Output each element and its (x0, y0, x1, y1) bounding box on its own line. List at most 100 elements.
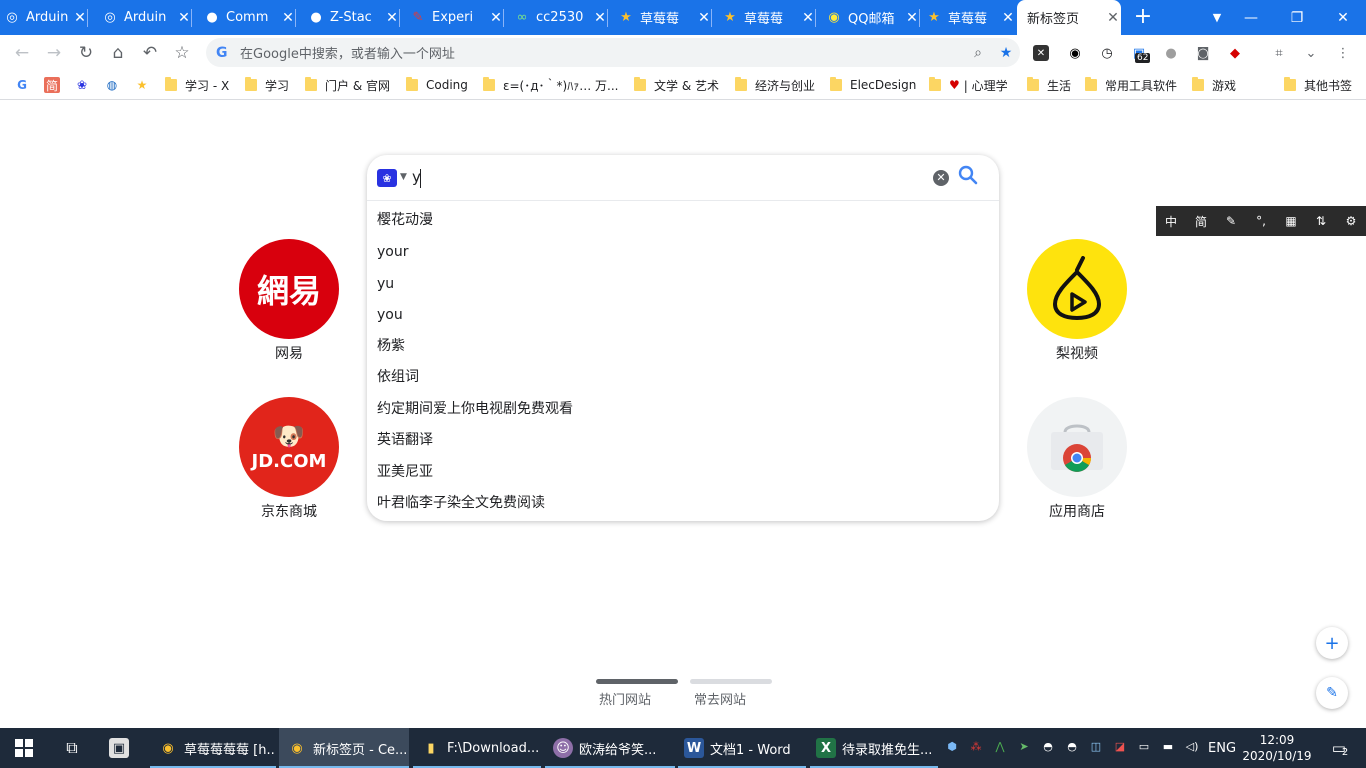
ime-split-icon[interactable]: ⇅ (1306, 214, 1336, 228)
tab-strawberry-3[interactable]: ★ 草莓莓 ✕ (920, 0, 1016, 35)
close-icon[interactable]: ✕ (1000, 10, 1016, 26)
tab-hot-sites[interactable]: 热门网站 (599, 689, 651, 708)
clear-icon[interactable]: ✕ (933, 170, 949, 186)
bookmark-folder[interactable]: 门户 & 官网 (305, 75, 390, 95)
close-icon[interactable]: ✕ (280, 10, 296, 26)
bookmark-folder[interactable]: 学习 (245, 75, 289, 95)
close-icon[interactable]: ✕ (696, 10, 712, 26)
zoom-icon[interactable]: ⌕ (964, 45, 992, 61)
suggestion-item[interactable]: 樱花动漫 (377, 209, 433, 231)
taskbar-item-explorer[interactable]: ▮ F:\Download... (413, 728, 541, 768)
qq-tray-icon-2[interactable]: ◓ (1064, 739, 1080, 755)
engine-dropdown-icon[interactable]: ▼ (400, 172, 407, 182)
ime-settings-icon[interactable]: ⚙ (1336, 214, 1366, 228)
tile-jd[interactable]: 🐶 JD.COM 京东商城 (234, 397, 344, 521)
back-button[interactable]: ← (8, 39, 36, 67)
qq-tray-icon-1[interactable]: ◓ (1040, 739, 1056, 755)
suggestion-item[interactable]: yu (377, 273, 394, 295)
restore-button[interactable]: ❐ (1274, 0, 1320, 35)
store-icon[interactable]: ▣ (100, 728, 144, 768)
close-icon[interactable]: ✕ (800, 10, 816, 26)
taskbar-item-excel[interactable]: X 待录取推免生... (810, 728, 938, 768)
tab-arduino-2[interactable]: ◎ Arduin ✕ (88, 0, 192, 35)
suggestion-item[interactable]: 叶君临李子染全文免费阅读 (377, 492, 545, 514)
baidu-engine-icon[interactable]: ❀ (377, 169, 397, 187)
edit-button[interactable]: ✎ (1316, 677, 1348, 709)
reload-button[interactable]: ↻ (72, 39, 100, 67)
camera-icon[interactable]: ◙ (1193, 43, 1213, 63)
forward-button[interactable]: → (40, 39, 68, 67)
input-language-indicator[interactable]: ENG (1208, 728, 1236, 768)
ime-keyboard-icon[interactable]: ▦ (1276, 214, 1306, 228)
close-window-button[interactable]: ✕ (1320, 0, 1366, 35)
ime-brush-icon[interactable]: ✎ (1216, 214, 1246, 228)
tile-web-store[interactable]: 应用商店 (1022, 397, 1132, 521)
ime-punctuation-icon[interactable]: °, (1246, 214, 1276, 228)
tab-experiment[interactable]: ✎ Experi ✕ (400, 0, 504, 35)
tab-github-commits[interactable]: ● Comm ✕ (192, 0, 296, 35)
omnibox[interactable]: G 在Google中搜索，或者输入一个网址 ⌕ ★ (206, 38, 1020, 67)
suggestion-item[interactable]: 约定期间爱上你电视剧免费观看 (377, 398, 573, 420)
chart-tray-icon[interactable]: ⋀ (992, 739, 1008, 755)
tab-cc2530[interactable]: ∞ cc2530 ✕ (504, 0, 608, 35)
taskbar-item-chrome-1[interactable]: ◉ 草莓莓莓莓 [h... (150, 728, 276, 768)
start-button[interactable] (0, 728, 48, 768)
tab-new-tab[interactable]: 新标签页 ✕ (1017, 0, 1121, 35)
search-icon[interactable] (957, 165, 979, 187)
suggestion-item[interactable]: 亚美尼亚 (377, 461, 433, 483)
tab-github-zstack[interactable]: ● Z-Stac ✕ (296, 0, 400, 35)
tab-strawberry-2[interactable]: ★ 草莓莓 ✕ (712, 0, 816, 35)
network-tray-icon[interactable]: ▭ (1136, 739, 1152, 755)
bookmark-star[interactable]: ★ (134, 75, 158, 95)
ime-simplified-toggle[interactable]: 简 (1186, 213, 1216, 230)
suggestion-item[interactable]: 英语翻译 (377, 429, 433, 451)
tab-arduino-1[interactable]: ◎ Arduin ✕ (0, 0, 88, 35)
bookmark-folder[interactable]: 文学 & 艺术 (634, 75, 719, 95)
bookmark-star-icon[interactable]: ☆ (168, 39, 196, 67)
suggestion-item[interactable]: 依组词 (377, 366, 419, 388)
menu-icon[interactable]: ⋮ (1333, 43, 1353, 63)
task-view-icon[interactable]: ⧉ (52, 728, 92, 768)
suggestion-item[interactable]: your (377, 241, 408, 263)
suggestion-item[interactable]: 杨紫 (377, 335, 405, 357)
tab-indicator-hot[interactable] (596, 679, 678, 684)
close-icon[interactable]: ✕ (1105, 10, 1121, 26)
other-bookmarks[interactable]: 其他书签 (1284, 75, 1352, 95)
bookmark-folder[interactable]: ♥ | 心理学 (929, 75, 1008, 95)
undo-icon[interactable]: ↶ (136, 39, 164, 67)
close-icon[interactable]: ✕ (72, 10, 88, 26)
bookmark-folder[interactable]: 生活 (1027, 75, 1071, 95)
security-tray-icon[interactable]: ◪ (1112, 739, 1128, 755)
tile-netease[interactable]: 網易 网易 (234, 239, 344, 363)
close-icon[interactable]: ✕ (488, 10, 504, 26)
circle-extension-icon[interactable]: ● (1161, 43, 1181, 63)
crop-icon[interactable]: ⌗ (1269, 43, 1289, 63)
tab-frequent-sites[interactable]: 常去网站 (694, 689, 746, 708)
bookmark-folder[interactable]: 学习 - X (165, 75, 229, 95)
dots-tray-icon[interactable]: ⁂ (968, 739, 984, 755)
bookmark-folder[interactable]: ElecDesign (830, 75, 916, 95)
send-tray-icon[interactable]: ➤ (1016, 739, 1032, 755)
close-icon[interactable]: ✕ (904, 10, 920, 26)
tab-strawberry-1[interactable]: ★ 草莓莓 ✕ (608, 0, 712, 35)
taskbar-item-chrome-2[interactable]: ◉ 新标签页 - Ce... (279, 728, 409, 768)
bookmark-folder[interactable]: 经济与创业 (735, 75, 815, 95)
ime-lang-toggle[interactable]: 中 (1156, 213, 1186, 230)
bookmark-folder[interactable]: ε=(･д･｀*)ﾊｧ… 万... (483, 75, 619, 95)
battery-tray-icon[interactable]: ▬ (1160, 739, 1176, 755)
bookmark-star-filled-icon[interactable]: ★ (992, 45, 1020, 61)
add-shortcut-button[interactable]: + (1316, 627, 1348, 659)
close-icon[interactable]: ✕ (384, 10, 400, 26)
tab-qq-mail[interactable]: ◉ QQ邮箱 ✕ (816, 0, 920, 35)
extension-badge-icon[interactable]: ▣62 (1129, 43, 1151, 63)
clock[interactable]: 12:09 2020/10/19 (1240, 728, 1314, 768)
chevrons-down-icon[interactable]: ⌄ (1301, 43, 1321, 63)
notification-center[interactable]: ▭ 2 (1320, 728, 1360, 768)
close-icon[interactable]: ✕ (176, 10, 192, 26)
bookmark-baidu[interactable]: ❀ (74, 75, 98, 95)
eye-icon[interactable]: ◉ (1065, 43, 1085, 63)
cube-tray-icon[interactable]: ⬢ (944, 739, 960, 755)
bookmark-jianshu[interactable]: 简 (44, 75, 68, 95)
tab-indicator-frequent[interactable] (690, 679, 772, 684)
close-icon[interactable]: ✕ (592, 10, 608, 26)
